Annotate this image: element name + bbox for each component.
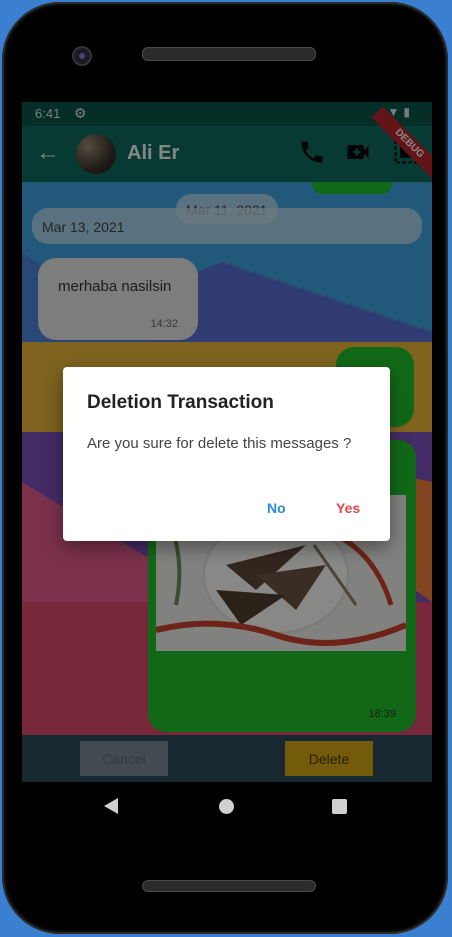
nav-back-icon[interactable] <box>104 798 118 814</box>
dialog-title: Deletion Transaction <box>87 392 274 413</box>
android-nav-bar <box>22 782 432 832</box>
earpiece-speaker <box>142 47 316 61</box>
dialog-message: Are you sure for delete this messages ? <box>87 435 352 452</box>
bottom-speaker <box>142 880 316 892</box>
yes-button[interactable]: Yes <box>330 499 366 517</box>
device-screen: Mar 11, 2021 Mar 13, 2021 merhaba nasils… <box>22 102 432 782</box>
delete-confirm-dialog: Deletion Transaction Are you sure for de… <box>63 367 390 541</box>
front-camera <box>72 46 92 66</box>
nav-home-icon[interactable] <box>219 799 234 814</box>
no-button[interactable]: No <box>261 499 292 517</box>
nav-recents-icon[interactable] <box>332 799 347 814</box>
